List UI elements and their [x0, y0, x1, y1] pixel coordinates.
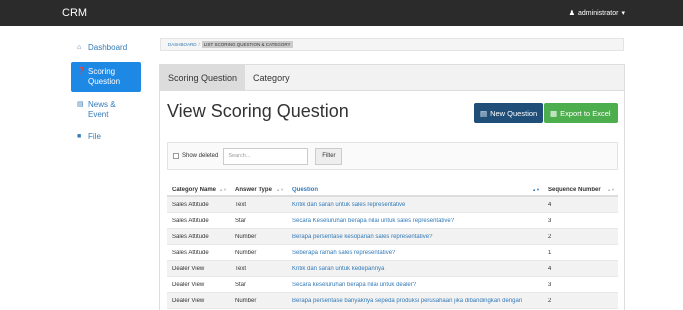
caret-down-icon: ▾	[621, 10, 625, 17]
table-row: Sales Attitude Star Secara Keseluruhan b…	[167, 213, 618, 229]
cell-category: Dealer View	[172, 265, 205, 272]
cell-sequence: 3	[548, 281, 552, 288]
sidebar-item-dashboard[interactable]: ⌂ Dashboard	[71, 40, 141, 56]
breadcrumb-current: LIST SCORING QUESTION & CATEGORY	[201, 41, 293, 48]
sort-icon: ▲▼	[276, 187, 284, 192]
question-link[interactable]: Berapa persentase banyaknya sepeda produ…	[292, 298, 522, 304]
question-link[interactable]: Seberapa ramah sales representative?	[292, 250, 395, 256]
column-header-category[interactable]: Category Name ▲▼	[167, 187, 230, 193]
filter-bar: Show deleted Search... Filter	[167, 142, 618, 170]
sort-icon: ▲▼	[532, 187, 540, 192]
sidebar-item-news-event[interactable]: ▤ News & Event	[71, 97, 141, 123]
cell-category: Sales Attitude	[172, 217, 209, 224]
sort-icon: ▲▼	[219, 187, 227, 192]
cell-question: Secara Keseluruhan berapa nilai untuk sa…	[287, 218, 543, 224]
sidebar-item-label: Dashboard	[88, 43, 128, 52]
sidebar: ⌂ Dashboard ❓ Scoring Question ▤ News & …	[71, 40, 141, 145]
new-question-label: New Question	[490, 108, 538, 118]
folder-icon: ■	[77, 133, 82, 140]
user-menu[interactable]: ♟ administrator ▾	[568, 9, 625, 18]
cell-category: Dealer View	[172, 297, 205, 304]
question-link[interactable]: Berapa persentase kesopanan sales repres…	[292, 234, 432, 240]
sidebar-item-label: News & Event	[88, 100, 116, 119]
show-deleted-label: Show deleted	[182, 153, 219, 159]
column-header-answer-type[interactable]: Answer Type ▲▼	[230, 187, 287, 193]
sidebar-item-file[interactable]: ■ File	[71, 129, 141, 145]
show-deleted-checkbox[interactable]	[173, 153, 179, 159]
search-placeholder: Search...	[228, 153, 251, 159]
cell-answer-type: Number	[235, 297, 257, 304]
column-header-sequence[interactable]: Sequence Number ▲▼	[543, 187, 618, 193]
table-row: Sales Attitude Number Berapa persentase …	[167, 229, 618, 245]
header-label: Category Name	[172, 186, 217, 193]
cell-category: Sales Attitude	[172, 201, 209, 208]
breadcrumb-separator: /	[198, 42, 200, 47]
page-title: View Scoring Question	[167, 101, 349, 121]
breadcrumb: DASHBOARD / LIST SCORING QUESTION & CATE…	[160, 38, 624, 51]
table-row: Dealer View Text Kritik dan saran untuk …	[167, 261, 618, 277]
username: administrator	[578, 9, 619, 17]
question-link[interactable]: Secara Keseluruhan berapa nilai untuk sa…	[292, 218, 454, 224]
filter-button[interactable]: Filter	[315, 147, 343, 165]
content-panel: Scoring Question Category View Scoring Q…	[159, 64, 625, 310]
news-icon: ▤	[77, 101, 84, 108]
header-label: Sequence Number	[548, 186, 601, 193]
cell-category: Sales Attitude	[172, 233, 209, 240]
cell-sequence: 3	[548, 217, 552, 224]
cell-question: Berapa persentase kesopanan sales repres…	[287, 234, 543, 240]
table-header-row: Category Name ▲▼ Answer Type ▲▼ Question ▲▼…	[167, 184, 618, 197]
home-icon: ⌂	[77, 44, 82, 51]
header-label: Question	[292, 186, 319, 193]
table-row: Dealer View Number Berapa persentase ban…	[167, 293, 618, 309]
cell-answer-type: Text	[235, 201, 247, 208]
search-input[interactable]: Search...	[223, 147, 309, 165]
table-row: Sales Attitude Number Seberapa ramah sal…	[167, 245, 618, 261]
cell-question: Kritik dan saran untuk kedepannya	[287, 266, 543, 272]
document-icon: ▤	[480, 108, 488, 118]
sidebar-item-label: File	[88, 132, 101, 141]
breadcrumb-home-link[interactable]: DASHBOARD	[168, 42, 197, 47]
header-label: Answer Type	[235, 186, 272, 193]
question-link[interactable]: Kritik dan saran untuk sales representat…	[292, 202, 405, 208]
cell-category: Dealer View	[172, 281, 205, 288]
cell-answer-type: Star	[235, 217, 247, 224]
top-navbar: CRM ♟ administrator ▾	[0, 0, 683, 26]
tab-category[interactable]: Category	[245, 65, 298, 90]
sort-icon: ▲▼	[607, 187, 615, 192]
column-header-question[interactable]: Question ▲▼	[287, 187, 543, 193]
cell-category: Sales Attitude	[172, 249, 209, 256]
export-excel-button[interactable]: ▦ Export to Excel	[544, 103, 618, 123]
brand-logo[interactable]: CRM	[62, 7, 87, 19]
question-icon: ❓	[77, 68, 86, 75]
user-icon: ♟	[568, 10, 576, 17]
sidebar-item-label: Scoring Question	[88, 67, 121, 86]
cell-sequence: 2	[548, 233, 552, 240]
question-link[interactable]: Kritik dan saran untuk kedepannya	[292, 266, 384, 272]
cell-answer-type: Number	[235, 249, 257, 256]
cell-sequence: 2	[548, 297, 552, 304]
cell-question: Berapa persentase banyaknya sepeda produ…	[287, 298, 543, 304]
cell-answer-type: Number	[235, 233, 257, 240]
tab-scoring-question[interactable]: Scoring Question	[160, 65, 246, 90]
export-excel-label: Export to Excel	[560, 108, 611, 118]
cell-sequence: 1	[548, 249, 552, 256]
cell-sequence: 4	[548, 265, 552, 272]
sidebar-item-scoring-question[interactable]: ❓ Scoring Question	[71, 62, 141, 92]
questions-table: Category Name ▲▼ Answer Type ▲▼ Question ▲▼…	[167, 184, 618, 309]
cell-sequence: 4	[548, 201, 552, 208]
cell-question: Kritik dan saran untuk sales representat…	[287, 202, 543, 208]
question-link[interactable]: Secara keseluruhan berapa nilai untuk de…	[292, 282, 416, 288]
table-icon: ▦	[550, 108, 558, 118]
cell-answer-type: Text	[235, 265, 247, 272]
new-question-button[interactable]: ▤ New Question	[474, 103, 544, 123]
tab-bar: Scoring Question Category	[160, 65, 624, 91]
cell-answer-type: Star	[235, 281, 247, 288]
table-row: Dealer View Star Secara keseluruhan bera…	[167, 277, 618, 293]
cell-question: Seberapa ramah sales representative?	[287, 250, 543, 256]
table-row: Sales Attitude Text Kritik dan saran unt…	[167, 197, 618, 213]
cell-question: Secara keseluruhan berapa nilai untuk de…	[287, 282, 543, 288]
